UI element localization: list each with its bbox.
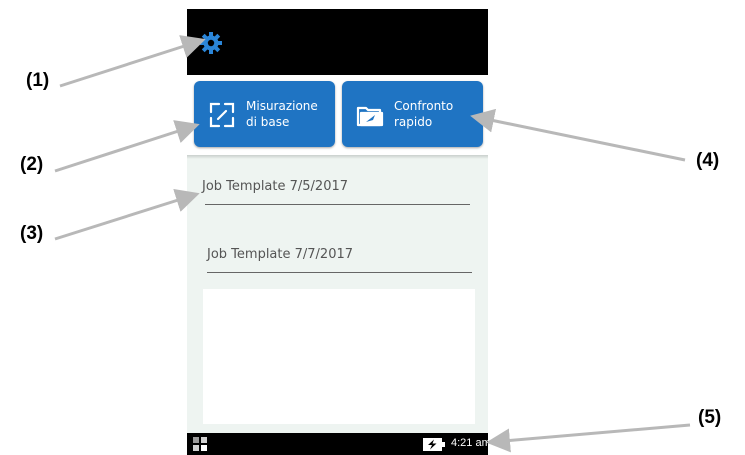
callout-label: (2): [20, 154, 44, 175]
quick-compare-label: Confronto rapido: [394, 99, 454, 129]
callout-label: (5): [698, 407, 722, 428]
mode-button-strip: Misurazione di base Confronto rapido: [187, 75, 488, 155]
top-bar: [187, 9, 488, 75]
job-template-label: Job Template 7/5/2017: [202, 179, 349, 194]
gear-icon[interactable]: [199, 31, 223, 55]
underline: [205, 204, 470, 205]
callout-arrow-4: [470, 108, 686, 162]
callout-label: (3): [20, 223, 44, 244]
folder-compare-icon: [356, 106, 384, 127]
measure-icon: [209, 102, 235, 128]
job-template-label: Job Template 7/7/2017: [207, 247, 354, 262]
callout-arrow-2: [54, 120, 200, 173]
callout-label: (4): [696, 150, 720, 171]
status-bar: 4:21 am: [187, 433, 488, 455]
callout-arrow-1: [59, 35, 206, 88]
basic-measurement-label: Misurazione di base: [246, 99, 318, 129]
battery-charging-icon: [423, 438, 445, 451]
quick-compare-button[interactable]: Confronto rapido: [342, 81, 483, 147]
content-panel: [203, 289, 475, 424]
callout-label: (1): [26, 70, 50, 91]
job-template-item[interactable]: Job Template 7/5/2017: [202, 177, 470, 205]
callout-arrow-3: [54, 188, 200, 241]
clock: 4:21 am: [451, 437, 488, 449]
device-screen: Misurazione di base Confronto rapido Job…: [187, 9, 488, 455]
underline: [207, 272, 472, 273]
divider: [187, 155, 488, 159]
grid-icon[interactable]: [193, 437, 207, 451]
callout-arrow-5: [486, 423, 691, 453]
basic-measurement-button[interactable]: Misurazione di base: [194, 81, 335, 147]
job-template-item[interactable]: Job Template 7/7/2017: [207, 245, 472, 273]
